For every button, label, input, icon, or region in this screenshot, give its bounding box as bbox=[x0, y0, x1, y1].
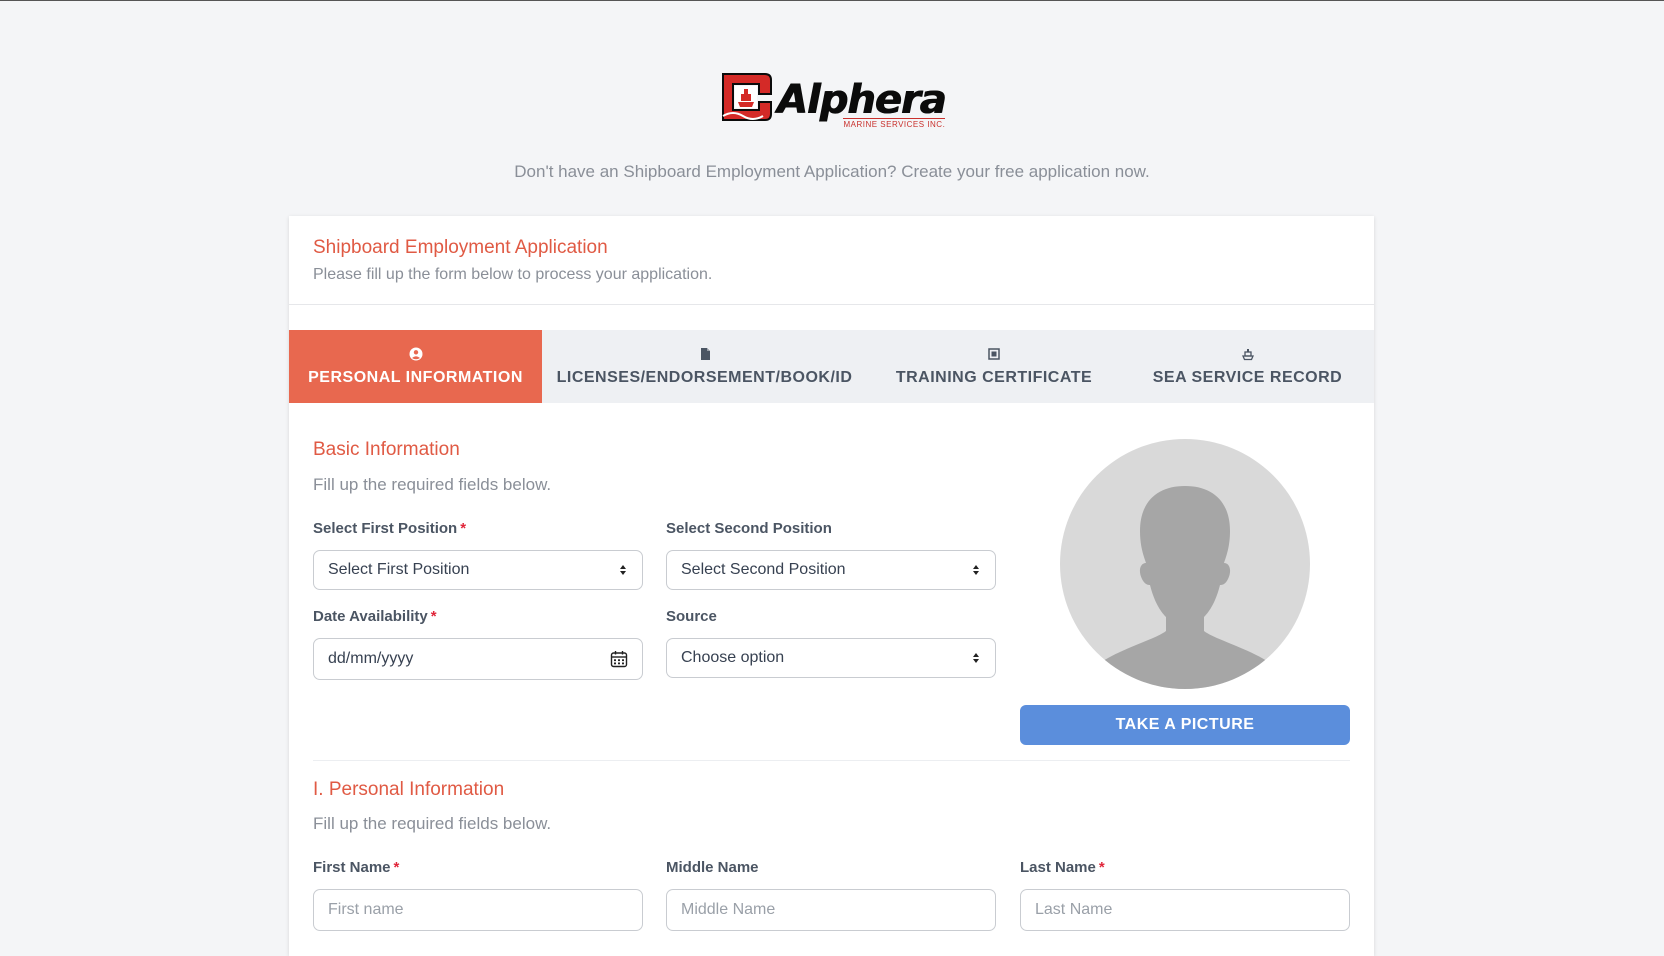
required-marker: * bbox=[430, 608, 437, 625]
date-availability-input[interactable]: dd/mm/yyyy bbox=[313, 638, 643, 680]
select-arrows-icon bbox=[973, 653, 979, 663]
tab-licenses[interactable]: LICENSES/ENDORSEMENT/BOOK/ID bbox=[542, 330, 867, 403]
second-position-select[interactable]: Select Second Position bbox=[666, 550, 996, 590]
first-position-label: Select First Position * bbox=[313, 520, 466, 537]
take-picture-button[interactable]: TAKE A PICTURE bbox=[1020, 705, 1350, 745]
card-title: Shipboard Employment Application bbox=[313, 237, 608, 258]
middle-name-label: Middle Name bbox=[666, 859, 759, 876]
middle-name-input[interactable]: Middle Name bbox=[666, 889, 996, 931]
source-label: Source bbox=[666, 608, 717, 625]
card-subtitle: Please fill up the form below to process… bbox=[313, 266, 713, 283]
first-position-value: Select First Position bbox=[328, 561, 470, 578]
section-divider bbox=[313, 760, 1350, 761]
profile-photo-placeholder bbox=[1060, 439, 1310, 689]
date-availability-value: dd/mm/yyyy bbox=[328, 650, 414, 667]
first-position-select[interactable]: Select First Position bbox=[313, 550, 643, 590]
last-name-label-text: Last Name bbox=[1020, 859, 1096, 876]
application-card: Shipboard Employment Application Please … bbox=[289, 216, 1374, 956]
middle-name-placeholder: Middle Name bbox=[681, 901, 776, 918]
signup-tagline: Don't have an Shipboard Employment Appli… bbox=[514, 162, 1150, 181]
certificate-icon bbox=[988, 347, 1000, 360]
date-availability-label-text: Date Availability bbox=[313, 608, 428, 625]
source-select[interactable]: Choose option bbox=[666, 638, 996, 678]
tab-label: PERSONAL INFORMATION bbox=[308, 368, 523, 386]
calendar-icon[interactable] bbox=[610, 650, 628, 668]
last-name-input[interactable]: Last Name bbox=[1020, 889, 1350, 931]
tab-personal-information[interactable]: PERSONAL INFORMATION bbox=[289, 330, 542, 403]
basic-info-subtitle: Fill up the required fields below. bbox=[313, 475, 552, 494]
user-circle-icon bbox=[409, 347, 422, 360]
tab-label: TRAINING CERTIFICATE bbox=[895, 368, 1093, 386]
second-position-label: Select Second Position bbox=[666, 520, 832, 537]
personal-info-title: I. Personal Information bbox=[313, 779, 505, 800]
personal-info-subtitle: Fill up the required fields below. bbox=[313, 814, 552, 833]
card-header: Shipboard Employment Application Please … bbox=[289, 216, 1374, 305]
avatar-silhouette-icon bbox=[1100, 486, 1270, 689]
second-position-value: Select Second Position bbox=[681, 561, 846, 578]
tab-sea-service-record[interactable]: SEA SERVICE RECORD bbox=[1121, 330, 1374, 403]
first-position-label-text: Select First Position bbox=[313, 520, 458, 537]
tab-label: SEA SERVICE RECORD bbox=[1152, 368, 1343, 386]
last-name-placeholder: Last Name bbox=[1035, 901, 1113, 918]
tab-label: LICENSES/ENDORSEMENT/BOOK/ID bbox=[556, 368, 853, 386]
logo-wordmark: Alphera bbox=[776, 77, 947, 123]
document-icon bbox=[700, 347, 710, 360]
tab-training-certificate[interactable]: TRAINING CERTIFICATE bbox=[867, 330, 1121, 403]
alphera-logo: Alphera MARINE SERVICES INC. bbox=[719, 72, 946, 136]
form-tabs: PERSONAL INFORMATION LICENSES/ENDORSEMEN… bbox=[289, 330, 1374, 403]
required-marker: * bbox=[393, 859, 400, 876]
basic-info-title: Basic Information bbox=[313, 439, 460, 460]
select-arrows-icon bbox=[973, 565, 979, 575]
window-top-border bbox=[0, 0, 1664, 1]
select-arrows-icon bbox=[620, 565, 626, 575]
required-marker: * bbox=[1098, 859, 1105, 876]
date-availability-label: Date Availability * bbox=[313, 608, 437, 625]
source-value: Choose option bbox=[681, 649, 785, 666]
first-name-label: First Name * bbox=[313, 859, 399, 876]
first-name-input[interactable]: First name bbox=[313, 889, 643, 931]
ship-icon bbox=[1241, 348, 1254, 360]
first-name-placeholder: First name bbox=[328, 901, 404, 918]
brand-header: Alphera MARINE SERVICES INC. bbox=[0, 72, 1664, 136]
required-marker: * bbox=[460, 520, 467, 537]
last-name-label: Last Name * bbox=[1020, 859, 1105, 876]
first-name-label-text: First Name bbox=[313, 859, 391, 876]
logo-subtitle: MARINE SERVICES INC. bbox=[843, 118, 946, 129]
ship-logo-icon bbox=[721, 73, 772, 121]
